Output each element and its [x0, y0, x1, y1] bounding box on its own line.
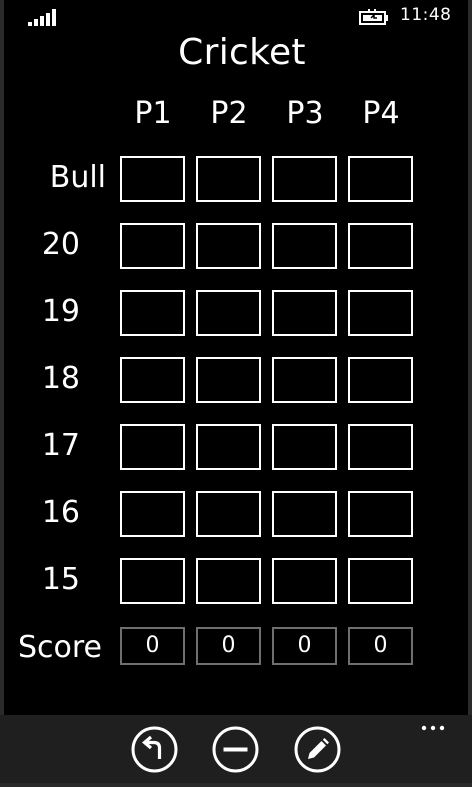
mark-box-19-p4[interactable] — [348, 290, 413, 336]
mark-box-18-p1[interactable] — [120, 357, 185, 403]
more-options-button[interactable] — [414, 715, 454, 745]
row-label-18: 18 — [41, 361, 80, 396]
mark-box-15-p3[interactable] — [272, 558, 337, 604]
player-header-p1: P1 — [134, 96, 172, 131]
mark-box-20-p1[interactable] — [120, 223, 185, 269]
mark-box-17-p3[interactable] — [272, 424, 337, 470]
mark-box-17-p4[interactable] — [348, 424, 413, 470]
player-header-p2: P2 — [210, 96, 248, 131]
mark-box-bull-p1[interactable] — [120, 156, 185, 202]
page-title: Cricket — [178, 32, 306, 73]
undo-icon — [131, 726, 178, 773]
mark-box-20-p3[interactable] — [272, 223, 337, 269]
mark-box-19-p2[interactable] — [196, 290, 261, 336]
frame-bottom-edge — [0, 783, 472, 787]
score-box-p3[interactable]: 0 — [272, 627, 337, 665]
player-header-p3: P3 — [286, 96, 324, 131]
score-box-p1[interactable]: 0 — [120, 627, 185, 665]
mark-box-bull-p3[interactable] — [272, 156, 337, 202]
undo-button[interactable] — [131, 726, 178, 773]
signal-strength-icon — [28, 9, 56, 26]
row-label-20: 20 — [41, 227, 80, 262]
minus-icon — [212, 726, 259, 773]
mark-box-18-p4[interactable] — [348, 357, 413, 403]
mark-box-19-p1[interactable] — [120, 290, 185, 336]
mark-box-20-p2[interactable] — [196, 223, 261, 269]
row-label-bull: Bull — [49, 160, 106, 195]
mark-box-18-p2[interactable] — [196, 357, 261, 403]
mark-box-16-p1[interactable] — [120, 491, 185, 537]
frame-right-edge — [468, 0, 472, 787]
mark-box-15-p4[interactable] — [348, 558, 413, 604]
status-clock: 11:48 — [400, 5, 452, 25]
mark-box-15-p1[interactable] — [120, 558, 185, 604]
mark-box-18-p3[interactable] — [272, 357, 337, 403]
mark-box-bull-p2[interactable] — [196, 156, 261, 202]
mark-box-17-p2[interactable] — [196, 424, 261, 470]
score-box-p4[interactable]: 0 — [348, 627, 413, 665]
edit-icon — [294, 726, 341, 773]
row-label-16: 16 — [41, 495, 80, 530]
edit-button[interactable] — [294, 726, 341, 773]
mark-box-16-p4[interactable] — [348, 491, 413, 537]
score-label: Score — [17, 630, 102, 665]
battery-charging-icon — [359, 9, 388, 25]
mark-box-17-p1[interactable] — [120, 424, 185, 470]
mark-box-15-p2[interactable] — [196, 558, 261, 604]
player-header-p4: P4 — [362, 96, 400, 131]
mark-box-16-p2[interactable] — [196, 491, 261, 537]
score-box-p2[interactable]: 0 — [196, 627, 261, 665]
row-label-17: 17 — [41, 428, 80, 463]
ellipsis-icon — [421, 725, 445, 731]
mark-box-20-p4[interactable] — [348, 223, 413, 269]
row-label-15: 15 — [41, 562, 80, 597]
remove-button[interactable] — [212, 726, 259, 773]
mark-box-16-p3[interactable] — [272, 491, 337, 537]
mark-box-19-p3[interactable] — [272, 290, 337, 336]
row-label-19: 19 — [41, 294, 80, 329]
app-bar — [0, 715, 472, 787]
mark-box-bull-p4[interactable] — [348, 156, 413, 202]
